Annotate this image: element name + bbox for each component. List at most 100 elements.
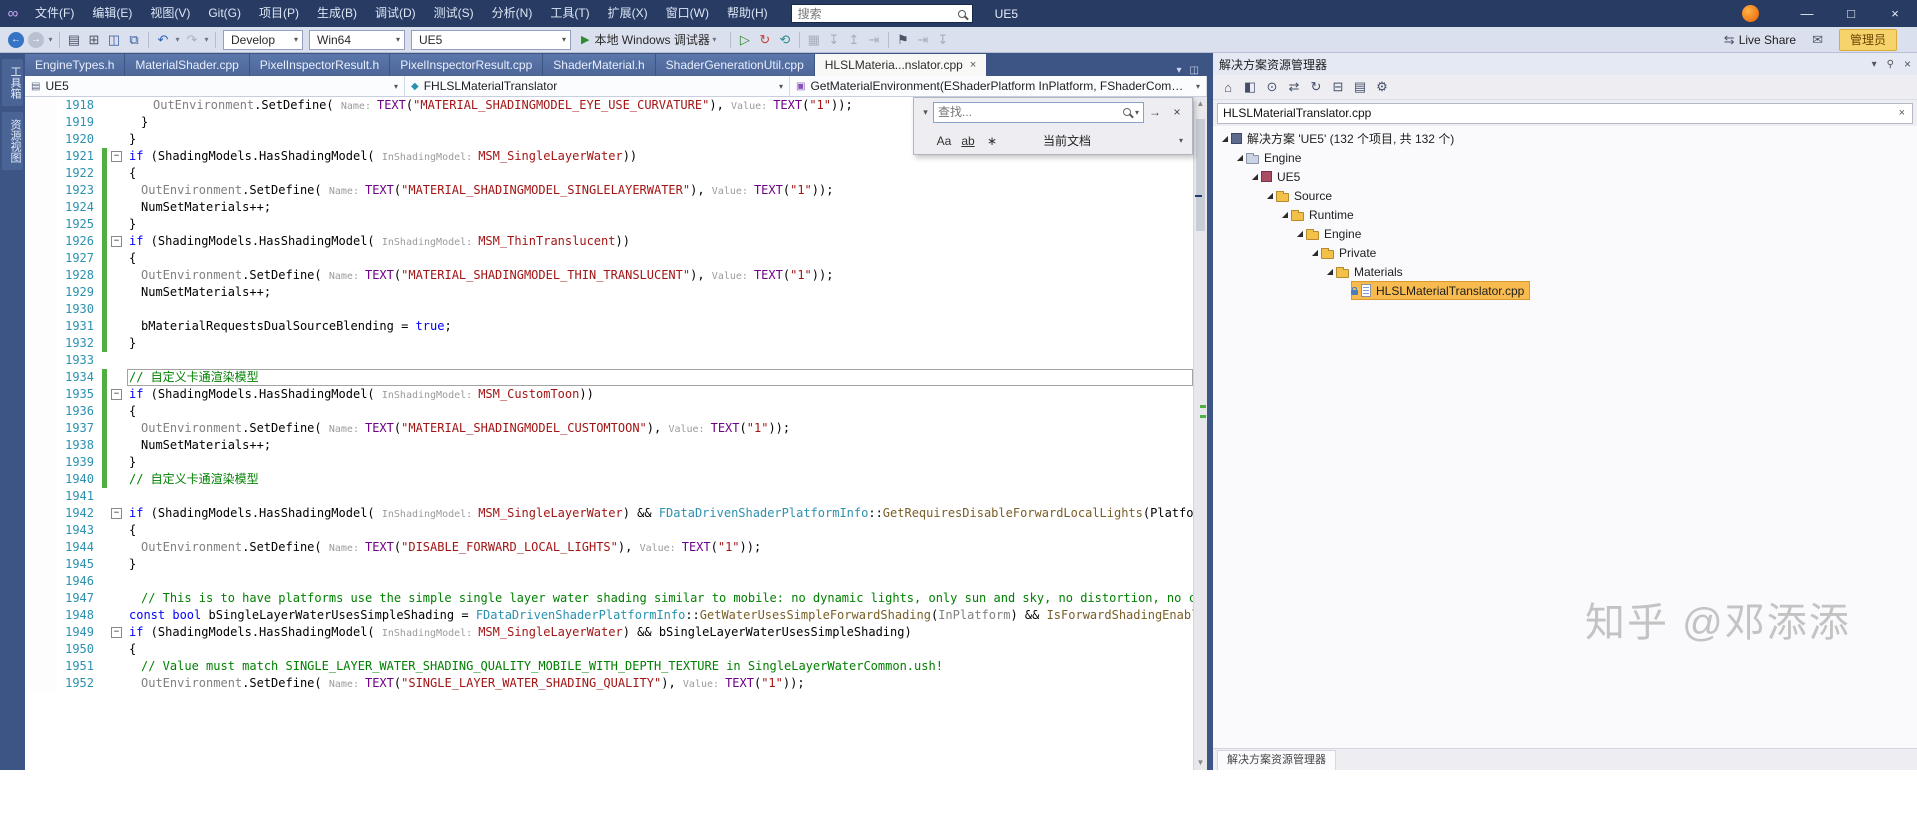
break-all-button[interactable]: ▦ [804,29,824,51]
breakpoint-margin[interactable] [25,233,57,250]
fold-margin[interactable] [107,182,127,199]
breakpoint-margin[interactable] [25,216,57,233]
line-number[interactable]: 1939 [57,454,102,471]
fold-margin[interactable] [107,114,127,131]
code-line[interactable]: 1932} [25,335,1193,352]
code-line[interactable]: 1936 { [25,403,1193,420]
code-token[interactable]: )) [579,387,593,401]
hot-reload-button[interactable]: ↻ [755,29,775,51]
code-token[interactable]: Name: [329,424,365,435]
maximize-button[interactable]: □ [1829,0,1873,27]
code-text[interactable]: { [127,522,1193,539]
breakpoint-margin[interactable] [25,199,57,216]
line-number[interactable]: 1942 [57,505,102,522]
code-token[interactable]: "1" [718,540,740,554]
code-token[interactable]: // 自定义卡通渲染模型 [129,472,259,486]
code-token[interactable]: "MATERIAL_SHADINGMODEL_SINGLELAYERWATER" [401,183,690,197]
line-number[interactable]: 1919 [57,114,102,131]
code-token[interactable]: "1" [790,183,812,197]
fold-margin[interactable] [107,420,127,437]
code-token[interactable]: "1" [747,421,769,435]
menu-item[interactable]: 窗口(W) [657,0,718,27]
code-text[interactable]: } [127,335,1193,352]
fold-margin[interactable] [107,97,127,114]
code-token[interactable]: TEXT [377,98,406,112]
breakpoint-margin[interactable] [25,454,57,471]
fold-margin[interactable] [107,522,127,539]
code-token[interactable]: "1" [809,98,831,112]
code-text[interactable] [127,488,1193,505]
code-token[interactable]: // Value must match SINGLE_LAYER_WATER_S… [141,659,943,673]
tree-item[interactable]: ◢ Engine [1213,148,1917,167]
breakpoint-margin[interactable] [25,250,57,267]
document-tab[interactable]: HLSLMateria...nslator.cpp × [814,54,987,76]
code-line[interactable]: 1930 [25,301,1193,318]
line-number[interactable]: 1934 [57,369,102,386]
find-scope-dropdown[interactable]: 当前文档 ▾ [1038,130,1188,151]
line-number[interactable]: 1931 [57,318,102,335]
redo-button[interactable]: ↷ [182,29,202,51]
new-file-button[interactable]: ▤ [64,29,84,51]
breakpoint-margin[interactable] [25,131,57,148]
start-without-debugging-button[interactable]: ▷ [735,29,755,51]
code-token[interactable]: InShadingModel: [382,152,478,163]
tab-list-dropdown-icon[interactable]: ▾ [1173,65,1186,76]
code-text[interactable] [127,573,1193,590]
solution-search-box[interactable]: × [1217,102,1913,124]
menu-item[interactable]: 文件(F) [26,0,83,27]
live-share-button[interactable]: ⇆ Live Share [1724,32,1796,48]
code-text[interactable]: OutEnvironment.SetDefine( Name: TEXT("MA… [127,182,1193,199]
collapse-region-icon[interactable]: − [111,627,122,638]
code-text[interactable]: OutEnvironment.SetDefine( Name: TEXT("SI… [127,675,1193,692]
code-token[interactable]: Value: [712,186,754,197]
fold-margin[interactable] [107,437,127,454]
code-token[interactable]: NumSetMaterials++; [141,285,271,299]
tree-item[interactable]: ◢ UE5 [1213,167,1917,186]
search-history-dropdown-icon[interactable]: ▾ [1135,108,1139,117]
breakpoint-margin[interactable] [25,658,57,675]
code-token[interactable]: Name: [329,679,365,690]
breakpoint-margin[interactable] [25,522,57,539]
code-token[interactable]: MSM_SingleLayerWater [478,149,623,163]
code-token[interactable]: MSM_SingleLayerWater [478,506,623,520]
breakpoint-margin[interactable] [25,301,57,318]
code-token[interactable]: "MATERIAL_SHADINGMODEL_EYE_USE_CURVATURE… [413,98,709,112]
code-token[interactable]: .SetDefine( [242,183,329,197]
collapse-region-icon[interactable]: − [111,508,122,519]
breakpoint-margin[interactable] [25,318,57,335]
nav-type-dropdown[interactable]: ◆ FHLSLMaterialTranslator ▾ [405,76,790,96]
code-token[interactable]: } [129,132,136,146]
code-token[interactable]: TEXT [754,268,783,282]
code-token[interactable]: "1" [790,268,812,282]
expander-icon[interactable]: ◢ [1294,229,1306,238]
titlebar-search-box[interactable]: 搜索 [790,4,973,23]
code-text[interactable]: NumSetMaterials++; [127,437,1193,454]
breakpoint-margin[interactable] [25,505,57,522]
code-token[interactable]: // 自定义卡通渲染模型 [129,370,259,384]
code-token[interactable]: bSingleLayerWaterUsesSimpleShading = [201,608,476,622]
code-token[interactable]: OutEnvironment [141,540,242,554]
scrollbar-thumb[interactable] [1196,119,1205,231]
code-text[interactable] [127,301,1193,318]
fold-margin[interactable] [107,607,127,624]
avatar[interactable] [1742,5,1759,22]
tree-item[interactable]: ◢ Source [1213,186,1917,205]
code-token[interactable]: .SetDefine( [242,676,329,690]
navigate-forward-button[interactable]: → [28,31,44,48]
code-token[interactable]: ) && [623,506,659,520]
administrator-badge[interactable]: 管理员 [1838,28,1897,51]
code-token[interactable]: ( [783,268,790,282]
code-text[interactable]: bMaterialRequestsDualSourceBlending = tr… [127,318,1193,335]
document-tab[interactable]: MaterialShader.cpp [125,54,249,76]
line-number[interactable]: 1948 [57,607,102,624]
code-token[interactable]: if [129,387,143,401]
breakpoint-margin[interactable] [25,352,57,369]
code-token[interactable]: InShadingModel: [382,390,478,401]
code-token[interactable]: Name: [341,101,377,112]
collapse-region-icon[interactable]: − [111,389,122,400]
fold-margin[interactable] [107,675,127,692]
code-token[interactable]: OutEnvironment [141,421,242,435]
code-token[interactable]: if [129,506,143,520]
properties-icon[interactable]: ⚙ [1371,79,1393,95]
code-line[interactable]: 1950 { [25,641,1193,658]
